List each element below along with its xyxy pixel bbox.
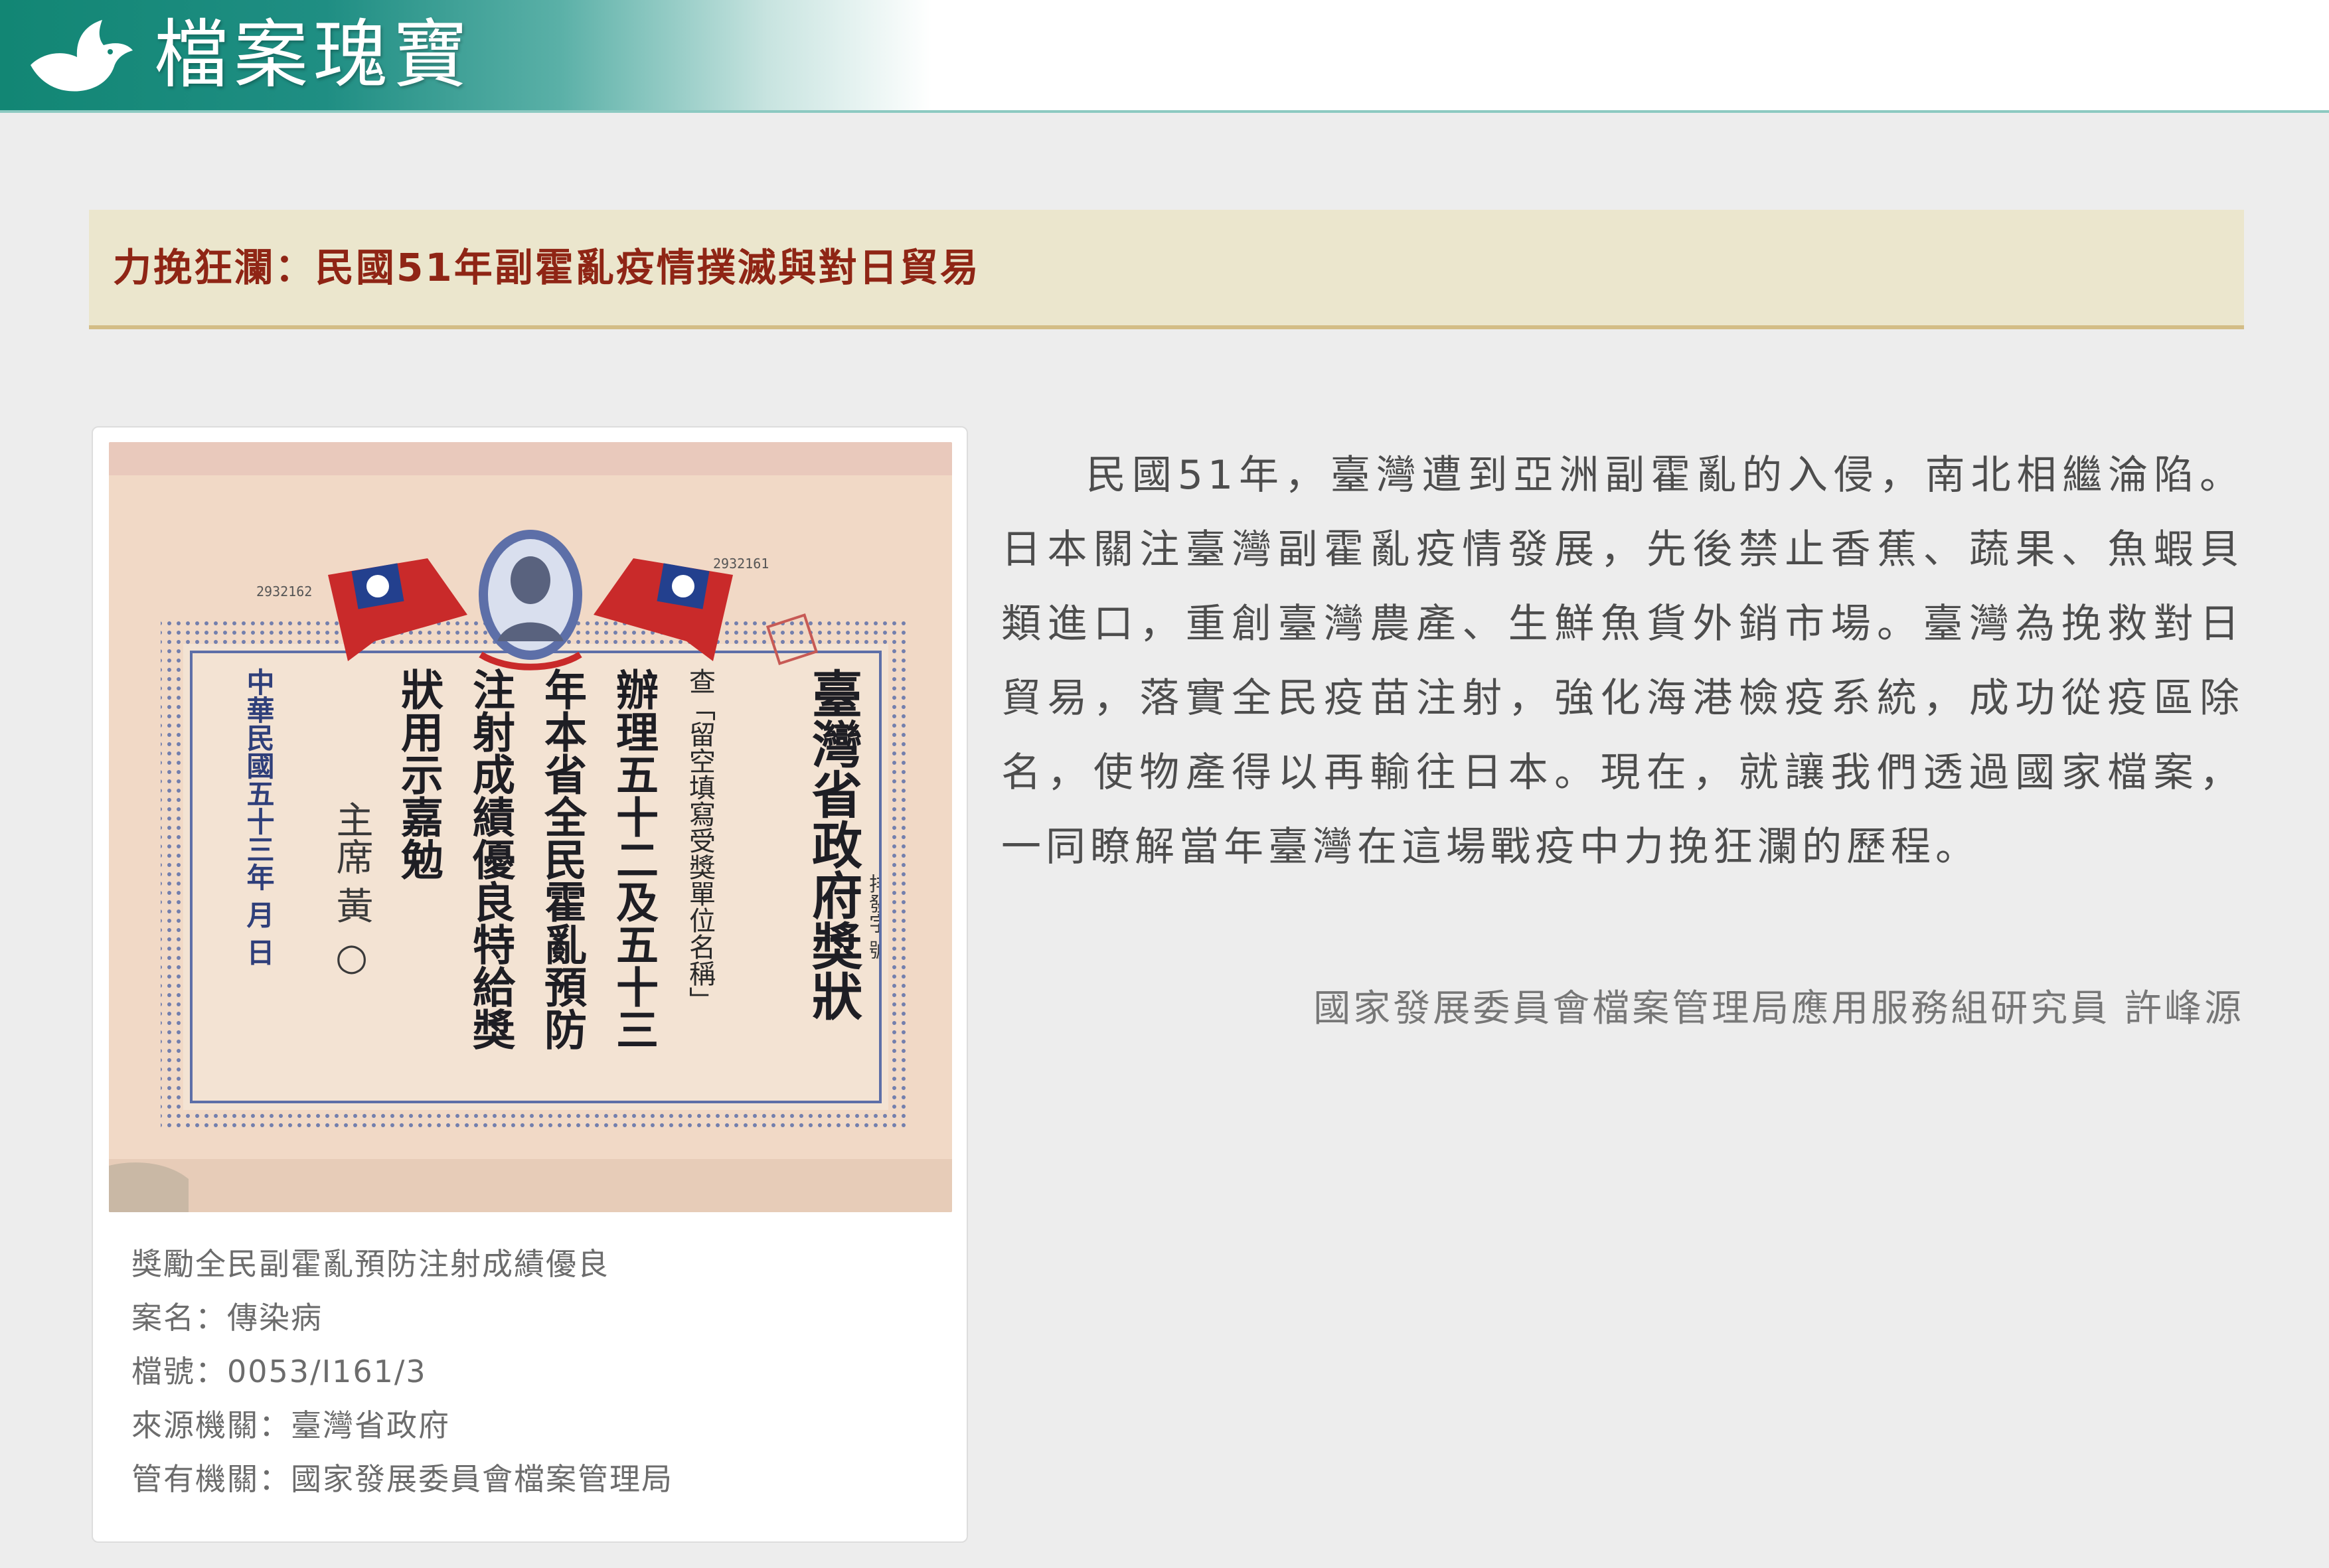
cert-body-line-1: 查「留空填寫受獎單位名稱」 [684,668,715,1013]
caption-case-name: 案名：傳染病 [131,1300,323,1336]
site-header: 檔案瑰寶 [0,0,2329,113]
article-author: 國家發展委員會檔案管理局應用服務組研究員 許峰源 [1313,987,2244,1030]
caption-file-number: 檔號：0053/I161/3 [131,1354,427,1389]
certificate-image[interactable]: 2932162 2932161 臺灣省政府獎狀 排發字 號 查「留空填寫受獎單位… [109,442,952,1212]
cert-heading: 臺灣省政府獎狀 [803,668,862,1021]
cert-body-line-3: 年本省全民霍亂預防 [537,668,587,1050]
article-title: 力挽狂瀾：民國51年副霍亂疫情撲滅與對日貿易 [113,245,981,290]
article-paragraph: 民國51年，臺灣遭到亞洲副霍亂的入侵，南北相繼淪陷。日本關注臺灣副霍亂疫情發展，… [1001,452,2244,870]
archive-image-card: 2932162 2932161 臺灣省政府獎狀 排發字 號 查「留空填寫受獎單位… [92,426,968,1543]
site-title[interactable]: 檔案瑰寶 [154,5,473,105]
cert-body-line-2: 辦理五十二及五十三 [609,668,659,1050]
caption-description: 獎勵全民副霍亂預防注射成績優良 [131,1246,609,1282]
article-title-band: 力挽狂瀾：民國51年副霍亂疫情撲滅與對日貿易 [89,210,2244,329]
cert-number-left: 2932162 [256,584,312,599]
cert-body-line-4: 注射成績優良特給獎 [465,668,515,1050]
cert-date: 中華民國五十三年 月 日 [242,668,275,967]
cert-signature: 主席 黃 ○ [330,801,373,979]
caption-custodian: 管有機關：國家發展委員會檔案管理局 [131,1461,673,1497]
cert-body-line-5: 狀用示嘉勉 [394,668,443,880]
cert-serial-note: 排發字 號 [865,874,879,960]
image-caption: 獎勵全民副霍亂預防注射成績優良 案名：傳染病 檔號：0053/I161/3 來源… [131,1237,948,1506]
dove-icon[interactable] [24,12,137,98]
caption-source-agency: 來源機關：臺灣省政府 [131,1407,450,1443]
cert-number-right: 2932161 [713,556,769,572]
